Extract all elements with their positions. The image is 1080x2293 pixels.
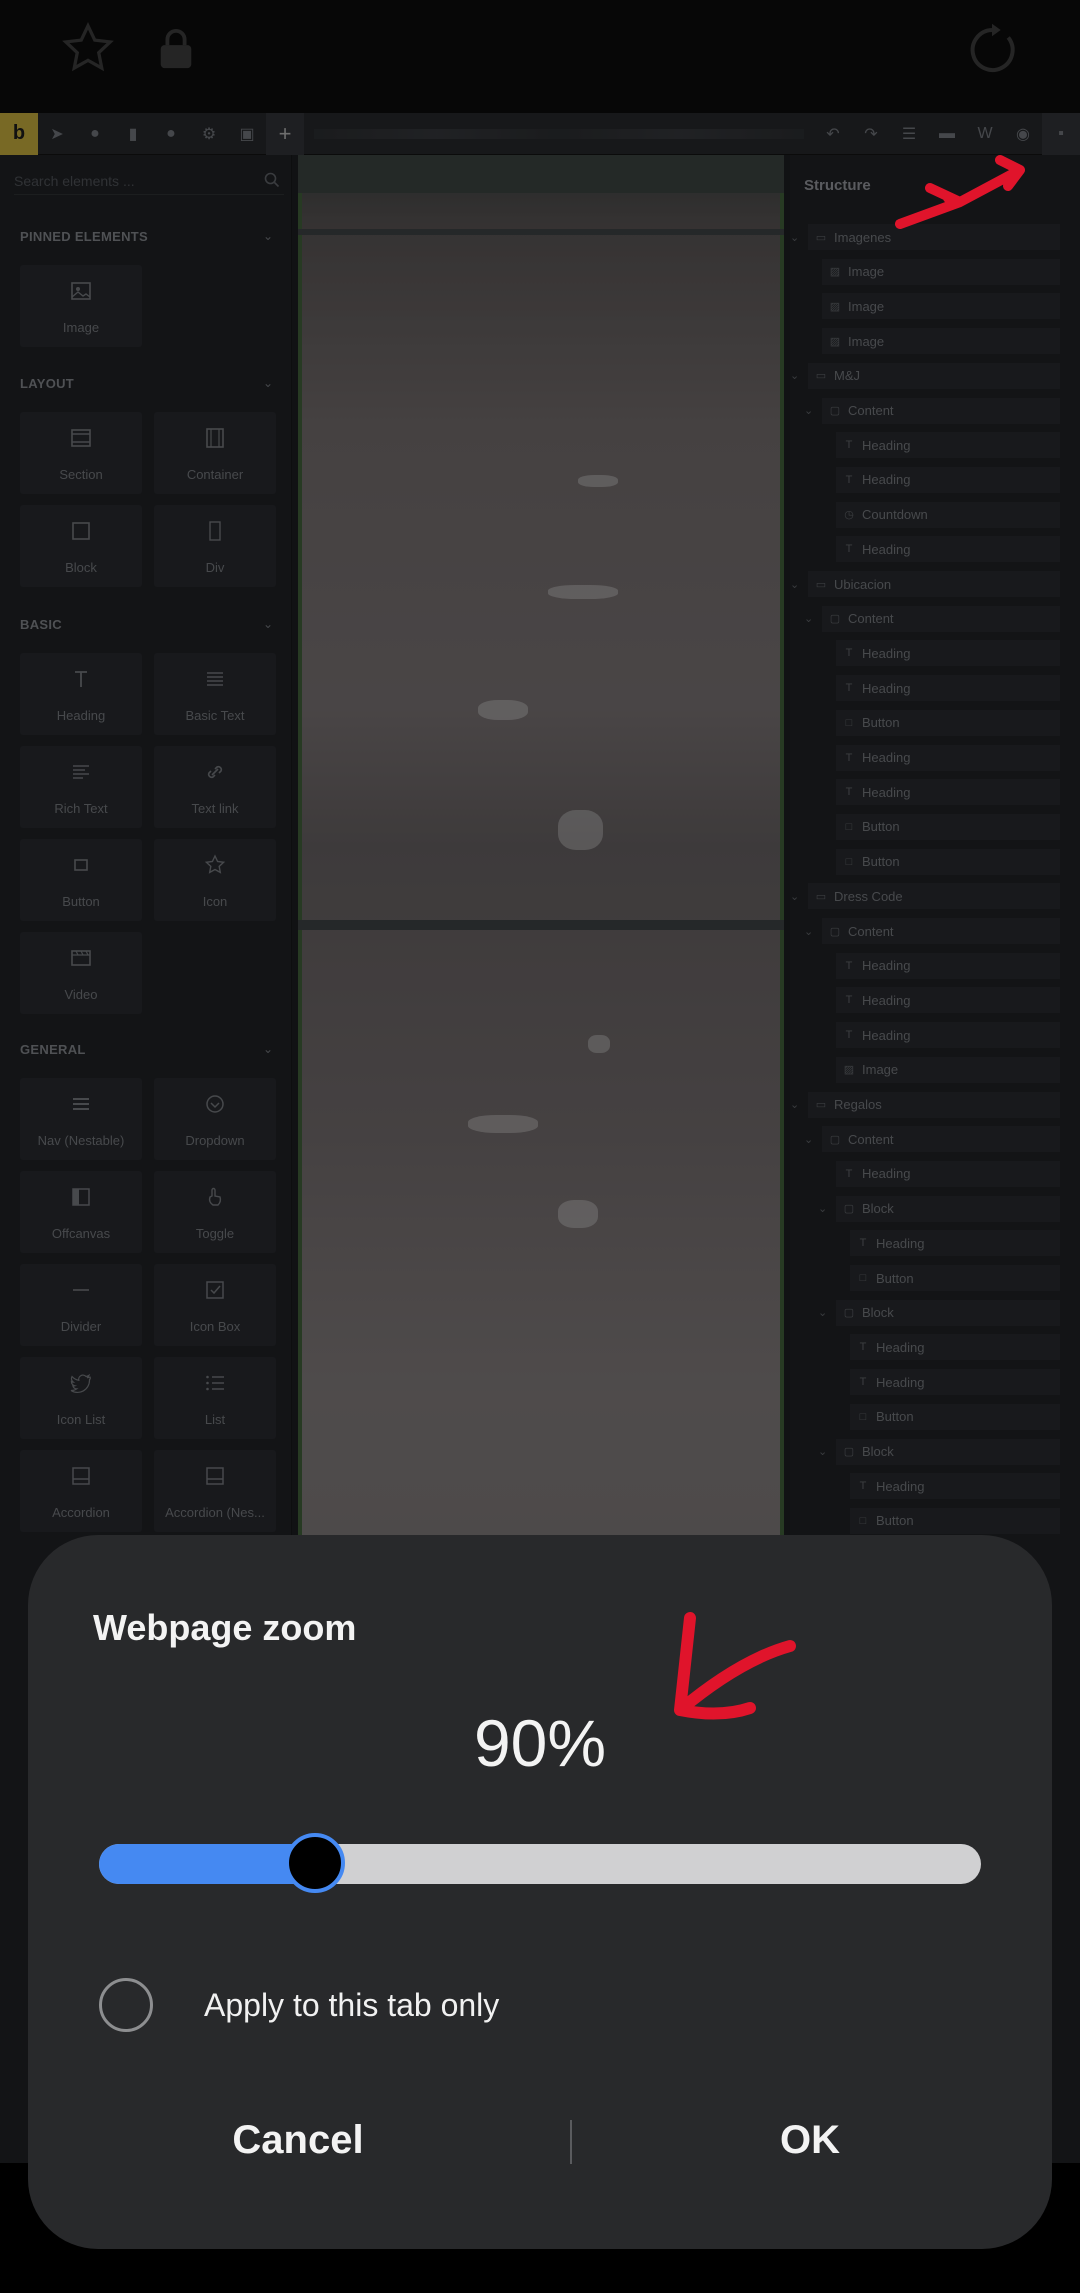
apply-tab-only-radio[interactable] bbox=[99, 1978, 153, 2032]
webpage-zoom-dialog: Webpage zoom 90% Apply to this tab only … bbox=[28, 1535, 1052, 2249]
apply-tab-only-label[interactable]: Apply to this tab only bbox=[204, 1987, 499, 2024]
annotation-arrow-dialog bbox=[674, 1612, 796, 1720]
zoom-slider-fill bbox=[99, 1844, 316, 1884]
zoom-slider-thumb[interactable] bbox=[285, 1833, 346, 1893]
cancel-button[interactable]: Cancel bbox=[28, 2105, 568, 2175]
zoom-value: 90% bbox=[473, 1706, 607, 1780]
dialog-title: Webpage zoom bbox=[93, 1607, 357, 1648]
ok-button[interactable]: OK bbox=[568, 2105, 1052, 2175]
screen: { "browser": { "star_icon": "star-outlin… bbox=[0, 0, 1080, 2293]
zoom-slider[interactable] bbox=[99, 1844, 981, 1884]
annotation-arrow-top bbox=[895, 155, 1025, 229]
